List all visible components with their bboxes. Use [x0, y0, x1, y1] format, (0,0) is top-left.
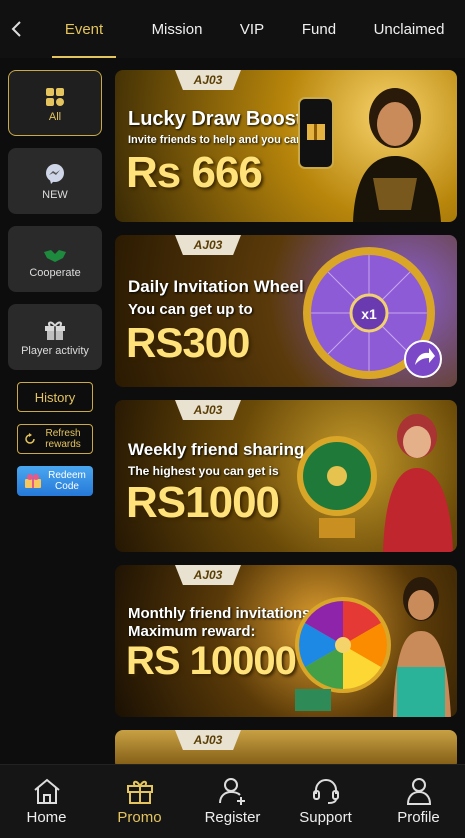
sidebar-item-all[interactable]: All	[8, 70, 102, 136]
banner-subtitle: You can get up to	[128, 301, 253, 318]
banner-monthly-friend-invitations[interactable]: AJ03 Monthly friend invitations Maximum …	[115, 565, 457, 717]
refresh-icon	[25, 433, 35, 444]
grid-icon	[45, 83, 65, 107]
sidebar-item-label: All	[48, 111, 62, 123]
banner-lucky-draw-boost[interactable]: AJ03 Lucky Draw Boost Invite friends to …	[115, 70, 457, 222]
nav-label: Support	[299, 809, 352, 826]
banner-daily-invitation-wheel[interactable]: AJ03 Daily Invitation Wheel You can get …	[115, 235, 457, 387]
banner-amount: RS1000	[126, 478, 280, 527]
sidebar-item-player-activity[interactable]: Player activity	[8, 304, 102, 370]
tab-event[interactable]: Event	[34, 0, 134, 58]
banner-title: Monthly friend invitations	[128, 605, 311, 622]
user-plus-icon	[218, 778, 245, 805]
gift-icon	[43, 317, 67, 341]
refresh-label: Refresh rewards	[45, 428, 81, 450]
woman-illustration	[353, 88, 441, 222]
back-button[interactable]	[0, 0, 34, 58]
top-nav: Event Mission VIP Fund Unclaimed	[0, 0, 465, 58]
category-sidebar: All NEW Cooperate Player activity Histor…	[8, 70, 102, 496]
wheel-center-label: x1	[361, 306, 377, 322]
sidebar-item-label: Player activity	[21, 345, 89, 357]
banner-subtitle: Invite friends to help and you can get	[128, 134, 323, 146]
sidebar-item-cooperate[interactable]: Cooperate	[8, 226, 102, 292]
brand-logo: AJ03	[175, 400, 241, 420]
nav-home[interactable]: Home	[0, 765, 93, 838]
history-button[interactable]: History	[17, 382, 93, 412]
sidebar-item-new[interactable]: NEW	[8, 148, 102, 214]
brand-logo: AJ03	[175, 730, 241, 750]
pilot-woman-illustration	[383, 414, 453, 552]
handshake-icon	[43, 239, 67, 263]
nav-label: Promo	[117, 809, 162, 826]
brand-logo: AJ03	[175, 70, 241, 90]
refresh-rewards-button[interactable]: Refresh rewards	[17, 424, 93, 454]
tab-mission[interactable]: Mission	[134, 0, 220, 58]
banner-title: Daily Invitation Wheel	[128, 277, 304, 296]
tab-bar: Event Mission VIP Fund Unclaimed	[34, 0, 464, 58]
banner-subtitle: Maximum reward:	[128, 623, 256, 640]
sidebar-item-label: NEW	[42, 189, 68, 201]
nav-label: Home	[26, 809, 67, 826]
phone-gift-illustration	[298, 97, 334, 169]
banner-amount: RS300	[126, 319, 250, 366]
sidebar-item-label: Cooperate	[29, 267, 81, 279]
banner-subtitle: The highest you can get is	[128, 464, 279, 478]
tab-unclaimed[interactable]: Unclaimed	[354, 0, 464, 58]
promo-banner-list: AJ03 Lucky Draw Boost Invite friends to …	[115, 70, 457, 783]
nav-promo[interactable]: Promo	[93, 765, 186, 838]
redeem-label: Redeem Code	[48, 470, 86, 492]
messenger-icon	[44, 161, 66, 185]
headset-icon	[312, 779, 339, 804]
tab-vip[interactable]: VIP	[220, 0, 284, 58]
gift-icon	[126, 780, 153, 804]
banner-title: Weekly friend sharing	[128, 440, 305, 459]
brand-logo: AJ03	[175, 565, 241, 585]
banner-amount: RS 10000	[126, 639, 297, 683]
redeem-code-button[interactable]: Redeem Code	[17, 466, 93, 496]
nav-profile[interactable]: Profile	[372, 765, 465, 838]
nav-label: Profile	[397, 809, 440, 826]
brand-logo: AJ03	[175, 235, 241, 255]
bottom-nav: Home Promo Register Support Profile	[0, 764, 465, 838]
woman-illustration	[393, 577, 451, 717]
rainbow-wheel-illustration	[295, 597, 391, 711]
tab-fund[interactable]: Fund	[284, 0, 354, 58]
banner-weekly-friend-sharing[interactable]: AJ03 Weekly friend sharing The highest y…	[115, 400, 457, 552]
user-icon	[406, 778, 431, 805]
chevron-left-icon	[11, 21, 21, 37]
nav-label: Register	[204, 809, 261, 826]
banner-amount: Rs 666	[126, 148, 263, 197]
banner-title: Lucky Draw Boost	[128, 108, 303, 130]
nav-register[interactable]: Register	[186, 765, 279, 838]
nav-support[interactable]: Support	[279, 765, 372, 838]
prize-wheel-illustration: x1	[303, 247, 442, 379]
home-icon	[33, 778, 60, 804]
green-wheel-illustration	[297, 436, 377, 538]
gift-box-icon	[25, 474, 41, 488]
